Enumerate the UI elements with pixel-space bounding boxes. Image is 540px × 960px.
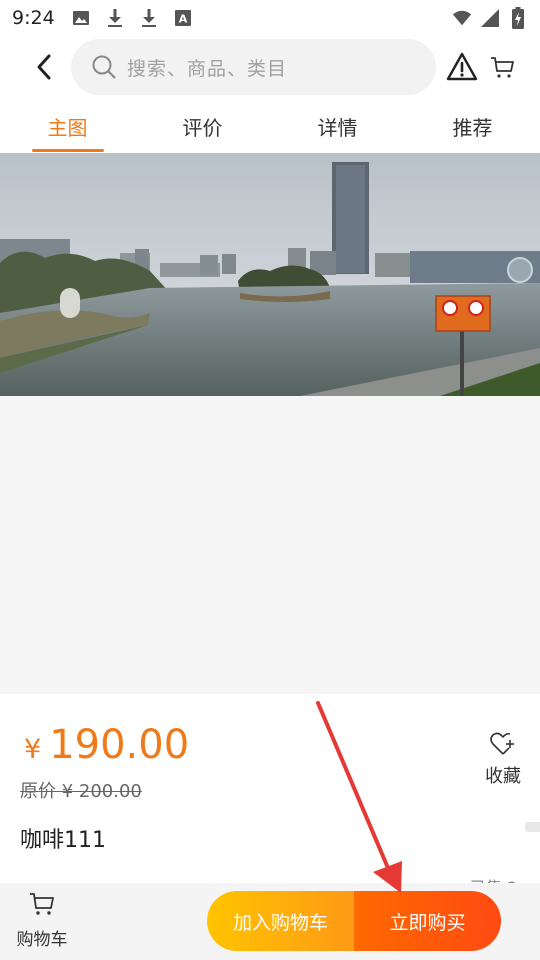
- favorite-button[interactable]: 收藏: [480, 730, 526, 788]
- bottom-cart-button[interactable]: 购物车: [10, 889, 74, 950]
- add-to-cart-button[interactable]: 加入购物车: [207, 891, 354, 951]
- font-icon: A: [173, 8, 193, 28]
- tab-recommend[interactable]: 推荐: [405, 100, 540, 152]
- battery-icon: [508, 7, 528, 29]
- favorite-label: 收藏: [485, 766, 521, 787]
- download-icon: [105, 8, 125, 28]
- top-header: 搜索、商品、类目: [0, 38, 540, 96]
- search-icon: [92, 55, 116, 79]
- price-value: 190.00: [49, 722, 190, 768]
- buy-now-button[interactable]: 立即购买: [354, 891, 501, 951]
- signal-icon: [480, 8, 500, 28]
- cart-label: 购物车: [16, 930, 68, 950]
- product-name: 咖啡111: [20, 828, 106, 853]
- image-gallery-area: [0, 396, 540, 694]
- price: ¥ 190.00: [24, 722, 189, 768]
- image-icon: [71, 8, 91, 28]
- tab-reviews[interactable]: 评价: [135, 100, 270, 152]
- notification-icons: A: [71, 8, 193, 28]
- svg-text:A: A: [178, 13, 187, 26]
- side-handle[interactable]: [525, 822, 540, 832]
- report-button[interactable]: [446, 51, 478, 83]
- back-button[interactable]: [22, 45, 66, 89]
- status-time: 9:24: [12, 7, 55, 29]
- cart-icon: [30, 893, 54, 915]
- search-placeholder: 搜索、商品、类目: [127, 57, 288, 80]
- system-icons: [452, 7, 528, 29]
- tab-details[interactable]: 详情: [270, 100, 405, 152]
- bottom-action-bar: 购物车 加入购物车 立即购买: [0, 883, 540, 960]
- wifi-icon: [452, 8, 472, 28]
- search-input[interactable]: 搜索、商品、类目: [71, 39, 436, 95]
- price-currency: ¥: [24, 734, 42, 765]
- download-icon: [139, 8, 159, 28]
- back-arrow-icon: [37, 54, 51, 80]
- header-cart-button[interactable]: [488, 53, 516, 81]
- warning-icon: [446, 52, 478, 81]
- lake-photo: [0, 153, 540, 396]
- status-bar: 9:24 A: [0, 0, 540, 36]
- original-price: 原价 ¥ 200.00: [20, 781, 142, 802]
- product-main-image[interactable]: [0, 153, 540, 396]
- heart-plus-icon: [490, 732, 514, 755]
- cart-icon: [491, 57, 514, 78]
- section-tabs: 主图 评价 详情 推荐: [0, 100, 540, 152]
- tab-main-image[interactable]: 主图: [0, 100, 135, 152]
